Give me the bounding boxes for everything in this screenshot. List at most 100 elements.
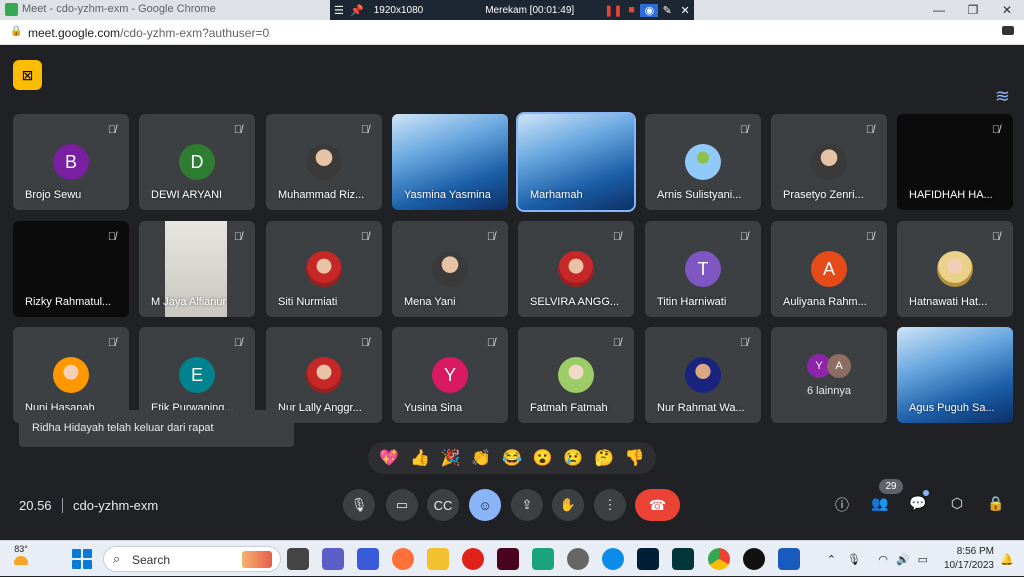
muted-mic-icon: 🎙̸ <box>865 231 875 243</box>
muted-mic-icon: 🎙̸ <box>991 124 1001 136</box>
participant-tile[interactable]: 🎙̸ Nuni Hasanah <box>13 327 129 423</box>
participant-tile[interactable]: 🎙̸ HAFIDHAH HA... <box>897 114 1013 210</box>
taskbar-clock[interactable]: 8:56 PM 10/17/2023 <box>934 545 994 573</box>
recorder-icon[interactable] <box>743 548 765 570</box>
recorder-resolution: 1920x1080 <box>373 4 424 16</box>
activities-icon[interactable]: ⬡ <box>947 495 967 515</box>
more-options-button[interactable]: ⋮ <box>594 489 626 521</box>
audition-icon[interactable] <box>672 548 694 570</box>
reaction-emoji[interactable]: 🤔 <box>594 448 614 468</box>
notification-toast: Ridha Hidayah telah keluar dari rapat <box>19 410 294 447</box>
host-controls-icon[interactable]: 🔒 <box>986 495 1006 515</box>
pin-icon[interactable]: 📌 <box>348 4 366 17</box>
participant-tile[interactable]: 🎙̸ Mena Yani <box>392 221 508 317</box>
opera-icon[interactable] <box>462 548 484 570</box>
camera-button[interactable]: ▭ <box>386 489 418 521</box>
participant-tile[interactable]: Marhamah <box>516 112 636 212</box>
pen-icon[interactable]: ✎ <box>658 4 676 17</box>
participant-tile[interactable]: D 🎙̸ DEWI ARYANI <box>139 114 255 210</box>
restore-button[interactable]: ❐ <box>956 0 990 20</box>
participant-tile[interactable]: A 🎙̸ Auliyana Rahm... <box>771 221 887 317</box>
reaction-emoji[interactable]: 😂 <box>502 448 522 468</box>
minimize-button[interactable]: — <box>922 0 956 20</box>
url-text[interactable]: meet.google.com/cdo-yzhm-exm?authuser=0 <box>28 26 269 40</box>
avatar-photo <box>53 357 89 393</box>
wifi-icon[interactable]: ◠ <box>878 553 888 566</box>
participant-name: Muhammad Riz... <box>278 189 365 201</box>
camera-in-use-icon[interactable] <box>1002 26 1014 35</box>
mic-tray-icon[interactable]: 🎙 <box>847 553 861 566</box>
participant-tile[interactable]: E 🎙̸ Etik Purwaning... <box>139 327 255 423</box>
reaction-emoji[interactable]: 🎉 <box>441 448 461 468</box>
muted-mic-icon: 🎙̸ <box>233 231 243 243</box>
reaction-emoji[interactable]: 💖 <box>379 448 399 468</box>
reaction-emoji[interactable]: 😢 <box>563 448 583 468</box>
participant-tile[interactable]: 🎙̸ Arnis Sulistyani... <box>645 114 761 210</box>
participant-tile[interactable]: T 🎙̸ Titin Harniwati <box>645 221 761 317</box>
reaction-emoji[interactable]: 👍 <box>410 448 430 468</box>
menu-icon[interactable]: ☰ <box>330 4 348 17</box>
pause-recording-icon[interactable]: ❚❚ <box>604 4 622 17</box>
app-green-icon[interactable] <box>532 548 554 570</box>
participant-tile[interactable]: 🎙̸ SELVIRA ANGG... <box>518 221 634 317</box>
participant-tile[interactable]: 🎙̸ Muhammad Riz... <box>266 114 382 210</box>
participant-tile[interactable]: 🎙̸ M Jaya Alfianur <box>139 221 255 317</box>
participant-name: DEWI ARYANI <box>151 189 223 201</box>
close-window-button[interactable]: ✕ <box>990 0 1024 20</box>
people-icon[interactable]: 👥 <box>870 495 890 515</box>
participant-tile[interactable]: Agus Puguh Sa... <box>897 327 1013 423</box>
participant-tile[interactable]: Yasmina Yasmina <box>392 114 508 210</box>
people-count-badge: 29 <box>879 479 903 494</box>
file-explorer-icon[interactable] <box>427 548 449 570</box>
microphone-button[interactable]: 🎙 <box>343 489 375 521</box>
effects-icon[interactable]: ≋ <box>995 86 1010 107</box>
participant-tile[interactable]: 🎙̸ Hatnawati Hat... <box>897 221 1013 317</box>
participant-tile[interactable]: 🎙̸ Nur Lally Anggr... <box>266 327 382 423</box>
app-grey-icon[interactable] <box>567 548 589 570</box>
reaction-emoji[interactable]: 👎 <box>625 448 645 468</box>
present-screen-button[interactable]: ⇪ <box>511 489 543 521</box>
raise-hand-button[interactable]: ✋ <box>552 489 584 521</box>
participant-tile[interactable]: 🎙̸ Fatmah Fatmah <box>518 327 634 423</box>
volume-icon[interactable]: 🔊 <box>896 553 910 566</box>
taskbar-search[interactable]: ⌕ Search <box>103 546 281 572</box>
captions-button[interactable]: CC <box>427 489 459 521</box>
stop-recording-icon[interactable]: ■ <box>623 4 641 16</box>
weather-widget[interactable]: 83° <box>6 544 36 565</box>
battery-icon[interactable]: ▭ <box>918 553 928 566</box>
participant-tile[interactable]: Y 🎙̸ Yusina Sina <box>392 327 508 423</box>
close-recorder-icon[interactable]: ✕ <box>676 4 694 17</box>
reaction-emoji[interactable]: 😮 <box>533 448 553 468</box>
muted-mic-icon: 🎙̸ <box>739 231 749 243</box>
word-icon[interactable] <box>778 548 800 570</box>
chevron-up-icon[interactable]: ⌃ <box>827 553 836 566</box>
participant-tile[interactable]: B 🎙̸ Brojo Sewu <box>13 114 129 210</box>
participant-tile[interactable]: 🎙̸ Nur Rahmat Wa... <box>645 327 761 423</box>
participant-tile[interactable]: 🎙̸ Siti Nurmiati <box>266 221 382 317</box>
taskbar-time: 8:56 PM <box>956 546 994 557</box>
emoji-button[interactable]: ☺ <box>469 489 501 521</box>
chrome-icon[interactable] <box>708 548 730 570</box>
meet-favicon-icon <box>5 3 18 16</box>
notification-bell-icon[interactable]: 🔔 <box>1000 553 1014 566</box>
photoshop-icon[interactable] <box>637 548 659 570</box>
avatar: A <box>827 354 851 378</box>
teams-icon[interactable] <box>322 548 344 570</box>
edge-icon[interactable] <box>602 548 624 570</box>
participant-tile[interactable]: YA 6 lainnya <box>771 327 887 423</box>
camera-icon[interactable]: ◉ <box>640 3 659 17</box>
leave-call-button[interactable]: ☎ <box>635 489 680 521</box>
address-bar[interactable]: 🔒 meet.google.com/cdo-yzhm-exm?authuser=… <box>0 20 1024 45</box>
meeting-info-icon[interactable]: ⓘ <box>832 495 852 515</box>
participant-tile[interactable]: 🎙̸ Rizky Rahmatul... <box>13 221 129 317</box>
task-view-icon[interactable] <box>287 548 309 570</box>
reaction-emoji[interactable]: 👏 <box>471 448 491 468</box>
app-icon[interactable] <box>357 548 379 570</box>
participant-tile[interactable]: 🎙̸ Prasetyo Zenri... <box>771 114 887 210</box>
captions-off-icon[interactable]: ⊠ <box>13 60 42 90</box>
windows-start-icon[interactable] <box>72 549 92 569</box>
indesign-icon[interactable] <box>497 548 519 570</box>
participant-name: Prasetyo Zenri... <box>783 189 864 201</box>
chat-icon[interactable]: 💬 <box>908 495 928 515</box>
firefox-icon[interactable] <box>392 548 414 570</box>
